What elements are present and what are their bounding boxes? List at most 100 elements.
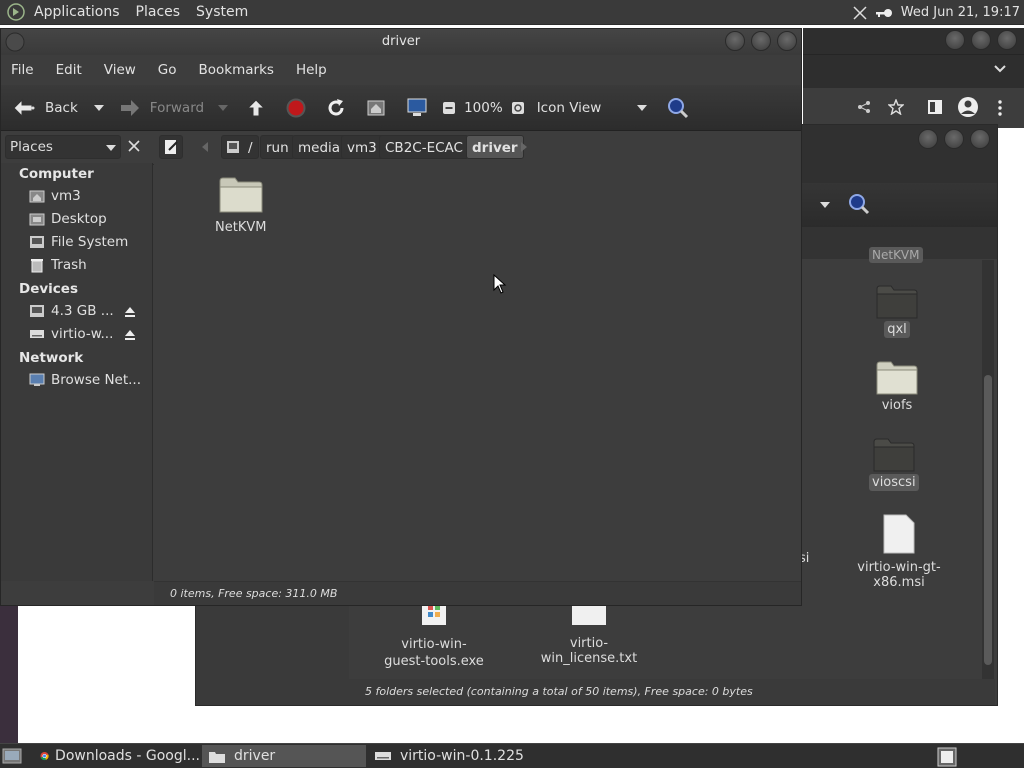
breadcrumb-driver[interactable]: driver	[466, 135, 524, 159]
bg-view-dropdown-icon[interactable]	[820, 202, 830, 208]
sidebar-selector[interactable]: Places	[5, 135, 121, 159]
up-arrow-icon[interactable]	[246, 98, 266, 118]
share-icon[interactable]	[857, 100, 871, 114]
bg-close-button[interactable]	[970, 129, 990, 149]
browser-titlebar	[803, 28, 1024, 54]
edit-location-icon[interactable]	[159, 135, 183, 159]
close-button[interactable]	[777, 31, 797, 51]
taskbar: Downloads - Googl... driver virtio-win-0…	[0, 743, 1024, 768]
bg-file-msi[interactable]: virtio-win-gt-x86.msi	[834, 513, 964, 591]
bg-scrollbar-thumb[interactable]	[984, 375, 992, 665]
sidebar-selector-label: Places	[10, 139, 53, 155]
file-view[interactable]: NetKVM	[154, 163, 801, 581]
home-folder-icon	[29, 190, 45, 203]
computer-icon[interactable]	[406, 98, 428, 118]
bg-file-guest-tools[interactable]: virtio-win-guest-tools.exe	[379, 601, 489, 671]
menu-file[interactable]: File	[11, 62, 34, 78]
view-mode-dropdown-icon[interactable]	[637, 104, 648, 111]
browser-maximize-button[interactable]	[971, 30, 991, 50]
menu-view[interactable]: View	[104, 62, 136, 78]
bg-file-netkvm[interactable]: NetKVM	[869, 247, 923, 263]
window-menu-button[interactable]	[5, 32, 25, 52]
breadcrumb-scroll-right-icon[interactable]	[521, 142, 527, 152]
zoom-level[interactable]: 100%	[464, 100, 503, 116]
file-label: virtio-win-gt-x86.msi	[857, 560, 941, 590]
document-icon	[882, 513, 916, 555]
sidebar-item-desktop[interactable]: Desktop	[29, 211, 149, 227]
eject-icon[interactable]	[124, 306, 136, 318]
file-manager-window: driver File Edit View Go Bookmarks Help …	[0, 28, 802, 606]
menu-bookmarks[interactable]: Bookmarks	[199, 62, 274, 78]
bg-file-vioscsi[interactable]: vioscsi	[869, 436, 919, 491]
menu-applications[interactable]: Applications	[34, 4, 120, 20]
network-icon[interactable]	[853, 5, 867, 20]
toolbar: Back Forward 100% Icon View	[1, 85, 801, 131]
maximize-button[interactable]	[751, 31, 771, 51]
reload-icon[interactable]	[326, 98, 346, 118]
minimize-button[interactable]	[725, 31, 745, 51]
close-sidebar-icon[interactable]	[128, 140, 140, 152]
menu-go[interactable]: Go	[158, 62, 177, 78]
browser-window	[803, 28, 1024, 128]
zoom-in-icon[interactable]	[511, 101, 525, 115]
file-label: virtio-win-guest-tools.exe	[384, 637, 484, 669]
side-panel-icon[interactable]	[928, 100, 942, 114]
breadcrumb-vm3[interactable]: vm3	[341, 135, 383, 159]
sidebar-item-file-system[interactable]: File System	[29, 234, 149, 250]
task-chrome-downloads[interactable]: Downloads - Googl...	[34, 745, 200, 767]
breadcrumb-run[interactable]: run	[260, 135, 295, 159]
bg-scrollbar[interactable]	[982, 260, 994, 680]
show-desktop-icon[interactable]	[2, 747, 22, 765]
stop-icon[interactable]	[286, 98, 306, 118]
file-netkvm[interactable]: NetKVM	[212, 175, 269, 236]
drive-icon	[30, 236, 44, 248]
bookmark-star-icon[interactable]	[888, 99, 904, 115]
eject-icon[interactable]	[124, 329, 136, 341]
menu-system[interactable]: System	[196, 4, 248, 20]
browser-toolbar	[803, 88, 1024, 128]
folder-icon	[872, 436, 916, 474]
forward-history-dropdown-icon[interactable]	[218, 104, 229, 111]
breadcrumb-media[interactable]: media	[292, 135, 347, 159]
bg-search-icon[interactable]	[848, 193, 870, 215]
browser-menu-icon[interactable]	[998, 100, 1002, 116]
sidebar-item-label: virtio-w...	[51, 326, 114, 342]
view-mode-selector[interactable]: Icon View	[537, 100, 602, 116]
search-icon[interactable]	[667, 97, 689, 119]
bg-maximize-button[interactable]	[944, 129, 964, 149]
home-icon[interactable]	[366, 99, 386, 117]
menu-places[interactable]: Places	[136, 4, 181, 20]
profile-avatar-icon[interactable]	[957, 96, 979, 118]
breadcrumb-cb2c-ecac[interactable]: CB2C-ECAC	[379, 135, 469, 159]
back-button[interactable]: Back	[11, 98, 78, 118]
task-label: driver	[234, 748, 276, 764]
sidebar-item-trash[interactable]: Trash	[29, 257, 149, 273]
sidebar-item-label: Desktop	[51, 211, 107, 227]
task-driver[interactable]: driver	[202, 745, 366, 767]
bg-file-viofs[interactable]: viofs	[875, 359, 919, 414]
breadcrumb-root[interactable]: /	[221, 135, 259, 159]
desktop-folder-icon	[29, 213, 45, 226]
back-arrow-icon	[13, 98, 35, 117]
menu-edit[interactable]: Edit	[56, 62, 82, 78]
sidebar-item-browse-network[interactable]: Browse Net...	[29, 372, 149, 388]
bg-minimize-button[interactable]	[918, 129, 938, 149]
system-logo-icon[interactable]	[6, 2, 26, 22]
browser-minimize-button[interactable]	[945, 30, 965, 50]
window-titlebar[interactable]: driver	[1, 29, 801, 55]
back-history-dropdown-icon[interactable]	[93, 104, 104, 111]
zoom-out-icon[interactable]	[442, 101, 456, 115]
bg-file-qxl[interactable]: qxl	[875, 283, 919, 338]
browser-close-button[interactable]	[997, 30, 1017, 50]
trash-applet-icon[interactable]	[936, 746, 958, 768]
forward-button[interactable]: Forward	[118, 98, 204, 118]
sidebar-item-vm3[interactable]: vm3	[29, 188, 149, 204]
task-virtio-win[interactable]: virtio-win-0.1.225	[368, 745, 568, 767]
key-icon[interactable]	[875, 7, 893, 19]
bg-file-license[interactable]: virtio-win_license.txt	[519, 601, 659, 667]
drive-icon	[30, 305, 44, 317]
tab-list-chevron-icon[interactable]	[994, 65, 1006, 73]
menu-help[interactable]: Help	[296, 62, 327, 78]
clock[interactable]: Wed Jun 21, 19:17	[901, 5, 1020, 20]
breadcrumb-scroll-left-icon[interactable]	[202, 142, 208, 152]
